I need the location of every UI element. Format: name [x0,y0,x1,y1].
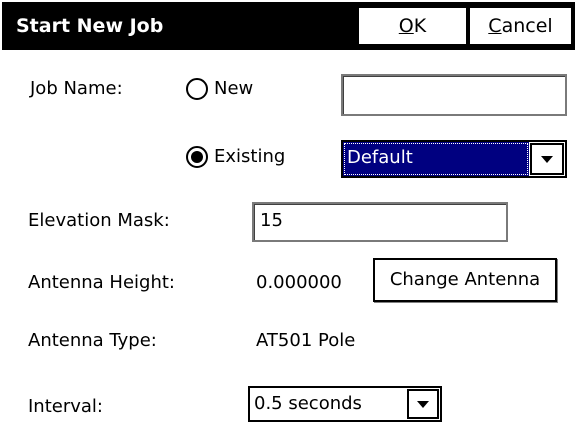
interval-select[interactable]: 0.5 seconds [248,386,442,422]
radio-new-label[interactable]: New [214,78,253,99]
change-antenna-button[interactable]: Change Antenna [373,258,557,302]
elevation-mask-input[interactable]: 15 [252,202,508,242]
antenna-type-label: Antenna Type: [28,330,157,351]
new-job-name-input[interactable] [341,74,567,116]
antenna-height-value: 0.000000 [256,272,342,293]
chevron-down-icon[interactable] [530,143,564,175]
title-bar: Start New Job OK Cancel [2,2,575,50]
radio-new[interactable] [186,78,208,100]
radio-existing-label[interactable]: Existing [214,146,285,167]
interval-value: 0.5 seconds [254,393,362,414]
elevation-mask-label: Elevation Mask: [28,210,170,231]
antenna-type-value: AT501 Pole [256,330,356,351]
job-name-label: Job Name: [30,78,123,99]
cancel-label-rest: ancel [501,15,553,37]
dialog-title: Start New Job [16,15,164,37]
ok-accelerator: O [398,15,414,37]
ok-label-rest: K [413,15,427,37]
cancel-accelerator: C [488,15,502,37]
existing-job-value: Default [343,142,529,176]
chevron-down-icon[interactable] [407,389,439,419]
ok-button[interactable]: OK [357,6,468,46]
antenna-height-label: Antenna Height: [28,272,175,293]
existing-job-select[interactable]: Default [341,140,567,178]
cancel-button[interactable]: Cancel [468,6,573,46]
interval-label: Interval: [28,396,103,417]
radio-existing[interactable] [186,146,208,168]
start-new-job-dialog: Start New Job OK Cancel Job Name: New Ex… [0,0,577,448]
